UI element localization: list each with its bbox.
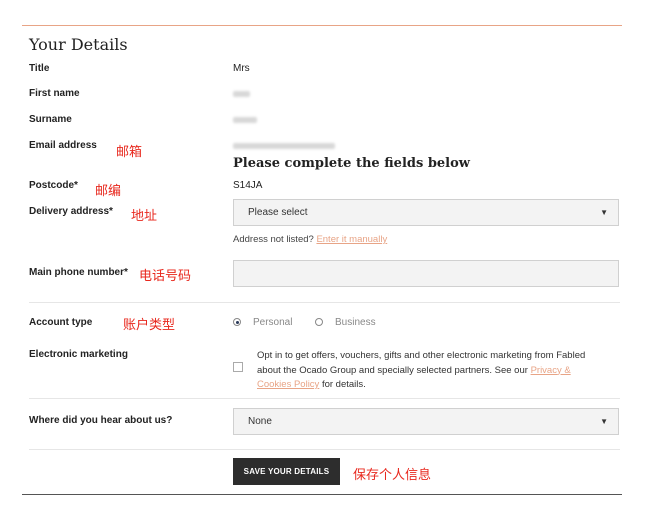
hear-about-select[interactable]: None ▼ <box>233 408 619 435</box>
surname-label: Surname <box>29 114 72 125</box>
account-type-annotation: 账户类型 <box>123 318 176 333</box>
first-name-label: First name <box>29 88 80 99</box>
postcode-label: Postcode* <box>29 180 78 191</box>
caret-down-icon: ▼ <box>600 417 608 426</box>
hear-about-select-value: None <box>248 416 272 427</box>
title-label: Title <box>29 63 50 74</box>
phone-input[interactable] <box>233 260 619 287</box>
page-title: Your Details <box>29 35 128 54</box>
marketing-text-tail: for details. <box>319 379 366 390</box>
divider <box>29 398 620 399</box>
business-radio[interactable] <box>315 318 323 326</box>
save-annotation: 保存个人信息 <box>353 468 432 483</box>
address-hint-text: Address not listed? <box>233 234 317 245</box>
divider <box>29 449 620 450</box>
bottom-divider <box>22 494 622 495</box>
marketing-checkbox[interactable] <box>233 362 243 372</box>
divider <box>29 302 620 303</box>
phone-annotation: 电话号码 <box>139 269 192 284</box>
business-radio-label[interactable]: Business <box>335 317 376 328</box>
delivery-annotation: 地址 <box>131 209 158 224</box>
top-divider <box>22 25 622 26</box>
surname-value-redacted <box>233 117 257 123</box>
first-name-value-redacted <box>233 91 250 97</box>
phone-label: Main phone number* <box>29 267 128 278</box>
personal-radio-label[interactable]: Personal <box>253 317 292 328</box>
email-value-redacted <box>233 143 335 149</box>
save-details-button[interactable]: SAVE YOUR DETAILS <box>233 458 340 485</box>
postcode-value: S14JA <box>233 180 263 191</box>
delivery-address-select[interactable]: Please select ▼ <box>233 199 619 226</box>
title-value: Mrs <box>233 63 250 74</box>
account-type-label: Account type <box>29 317 93 328</box>
marketing-text: Opt in to get offers, vouchers, gifts an… <box>257 349 602 393</box>
email-label: Email address <box>29 140 97 151</box>
hear-about-label: Where did you hear about us? <box>29 415 173 426</box>
personal-radio[interactable] <box>233 318 241 326</box>
address-hint: Address not listed? Enter it manually <box>233 234 387 245</box>
caret-down-icon: ▼ <box>600 208 608 217</box>
complete-fields-heading: Please complete the fields below <box>233 156 470 171</box>
marketing-label: Electronic marketing <box>29 349 128 360</box>
delivery-address-select-value: Please select <box>248 207 308 218</box>
postcode-annotation: 邮编 <box>95 184 122 199</box>
delivery-address-label: Delivery address* <box>29 206 113 217</box>
email-annotation: 邮箱 <box>116 145 143 160</box>
enter-manually-link[interactable]: Enter it manually <box>316 234 387 245</box>
